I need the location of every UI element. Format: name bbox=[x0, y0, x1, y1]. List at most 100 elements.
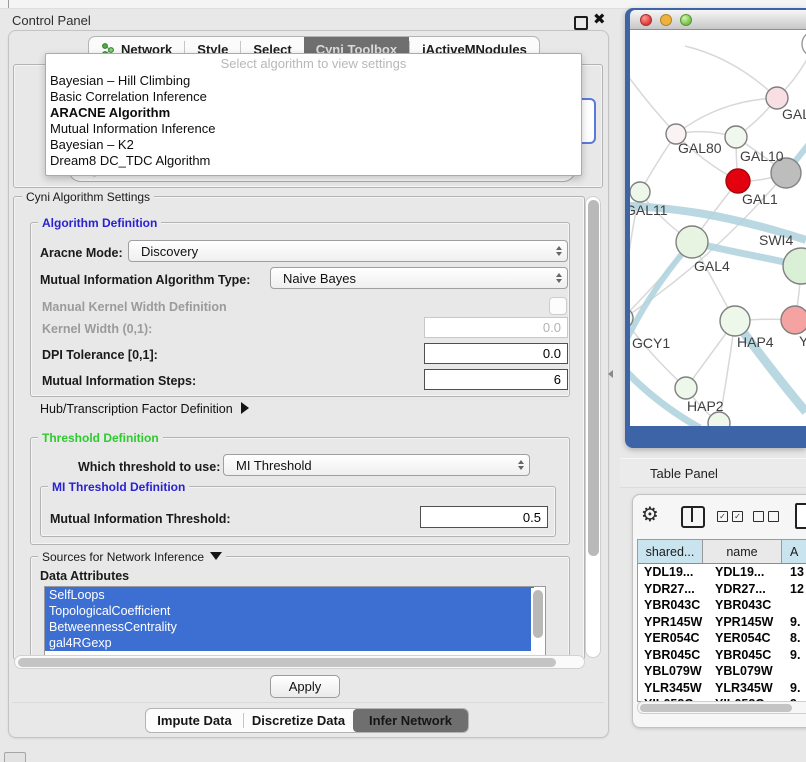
sources-group-title[interactable]: Sources for Network Inference bbox=[38, 550, 226, 564]
algorithm-option[interactable]: Bayesian – Hill Climbing bbox=[46, 73, 581, 89]
table-row[interactable]: YPR145W YPR145W 9. bbox=[638, 614, 806, 631]
settings-horizontal-scrollbar[interactable] bbox=[14, 655, 585, 669]
aracne-mode-label: Aracne Mode: bbox=[40, 246, 123, 260]
collapse-down-icon bbox=[210, 552, 222, 560]
column-header-name[interactable]: name bbox=[703, 540, 782, 563]
node-salmon[interactable] bbox=[781, 306, 806, 334]
stepper-icon bbox=[513, 460, 529, 470]
table-panel-header: Table Panel bbox=[620, 458, 806, 488]
node-swi4[interactable] bbox=[783, 248, 806, 284]
hub-definition-toggle[interactable]: Hub/Transcription Factor Definition bbox=[40, 402, 249, 416]
threshold-definition-title: Threshold Definition bbox=[38, 431, 163, 445]
split-columns-icon[interactable] bbox=[681, 506, 705, 528]
settings-vertical-scrollbar[interactable] bbox=[585, 196, 601, 658]
tab-discretize-data[interactable]: Discretize Data bbox=[244, 709, 353, 732]
application-window: Control Panel ✖ Network Style Select Cyn… bbox=[0, 0, 806, 762]
which-threshold-value: MI Threshold bbox=[224, 458, 513, 473]
new-table-icon[interactable] bbox=[795, 503, 806, 529]
node-gal1-selected[interactable] bbox=[726, 169, 750, 193]
mi-algorithm-type-label: Mutual Information Algorithm Type: bbox=[40, 273, 250, 287]
table-row[interactable]: YBL079W YBL079W bbox=[638, 663, 806, 680]
attribute-item-selected[interactable]: gal4RGexp bbox=[45, 635, 534, 651]
svg-text:GAL10: GAL10 bbox=[740, 148, 784, 164]
node-gal11[interactable] bbox=[630, 182, 650, 202]
node-table[interactable]: shared... name A YDL19... YDL19... 13 YD… bbox=[637, 539, 806, 702]
algorithm-option[interactable]: Basic Correlation Inference bbox=[46, 89, 581, 105]
table-header-row: shared... name A bbox=[638, 540, 806, 564]
scrollbar-thumb[interactable] bbox=[588, 200, 599, 556]
cyni-settings-title: Cyni Algorithm Settings bbox=[22, 190, 154, 204]
list-scrollbar[interactable] bbox=[531, 588, 544, 652]
expand-right-icon bbox=[241, 402, 249, 414]
column-header-partial[interactable]: A bbox=[782, 540, 806, 563]
scrollbar-thumb[interactable] bbox=[640, 704, 792, 712]
stepper-icon bbox=[551, 246, 567, 256]
table-row[interactable]: YBR043C YBR043C bbox=[638, 597, 806, 614]
manual-kernel-width-checkbox[interactable] bbox=[549, 297, 567, 315]
node-hap2[interactable] bbox=[675, 377, 697, 399]
tab-impute-data[interactable]: Impute Data bbox=[146, 709, 243, 732]
separator bbox=[12, 702, 604, 703]
svg-text:GAL4: GAL4 bbox=[694, 258, 730, 274]
svg-text:Y: Y bbox=[799, 333, 806, 349]
algorithm-option-selected[interactable]: ARACNE Algorithm bbox=[46, 105, 581, 121]
close-icon[interactable]: ✖ bbox=[593, 10, 606, 28]
table-panel-title: Table Panel bbox=[620, 466, 718, 481]
data-attributes-label: Data Attributes bbox=[40, 569, 129, 583]
table-row[interactable]: YDL19... YDL19... 13 bbox=[638, 564, 806, 581]
node-gal4[interactable] bbox=[676, 226, 708, 258]
mi-algorithm-type-combobox[interactable]: Naive Bayes bbox=[270, 267, 568, 289]
which-threshold-combobox[interactable]: MI Threshold bbox=[223, 454, 530, 476]
node-hap4[interactable] bbox=[720, 306, 750, 336]
algorithm-option[interactable]: Bayesian – K2 bbox=[46, 137, 581, 153]
mi-steps-input[interactable]: 6 bbox=[424, 369, 568, 390]
table-row[interactable]: YBR045C YBR045C 9. bbox=[638, 647, 806, 664]
dpi-tolerance-input[interactable]: 0.0 bbox=[424, 343, 568, 364]
select-all-checkboxes-icon[interactable]: ✓✓ bbox=[717, 511, 743, 522]
mi-algorithm-type-value: Naive Bayes bbox=[271, 271, 551, 286]
scrollbar-thumb[interactable] bbox=[18, 658, 556, 667]
kernel-width-input[interactable]: 0.0 bbox=[424, 317, 568, 338]
table-horizontal-scrollbar[interactable] bbox=[637, 701, 806, 714]
tab-infer-network-selected[interactable]: Infer Network bbox=[353, 709, 468, 732]
node[interactable] bbox=[708, 412, 730, 426]
network-window-titlebar[interactable] bbox=[630, 10, 806, 30]
algorithm-definition-title: Algorithm Definition bbox=[38, 216, 161, 230]
attribute-item-selected[interactable]: SelfLoops bbox=[45, 587, 534, 603]
control-panel-title: Control Panel bbox=[12, 13, 91, 28]
mi-steps-label: Mutual Information Steps: bbox=[42, 374, 196, 388]
float-window-icon[interactable] bbox=[574, 16, 588, 30]
data-attributes-list[interactable]: SelfLoops TopologicalCoefficient Between… bbox=[44, 586, 546, 656]
gear-icon[interactable]: ⚙ bbox=[641, 501, 659, 529]
attribute-item-selected[interactable]: TopologicalCoefficient bbox=[45, 603, 534, 619]
close-traffic-light-icon[interactable] bbox=[640, 14, 652, 26]
minimize-traffic-light-icon[interactable] bbox=[660, 14, 672, 26]
attribute-item-selected[interactable]: BetweennessCentrality bbox=[45, 619, 534, 635]
algorithm-option[interactable]: Dream8 DC_TDC Algorithm bbox=[46, 153, 581, 169]
algorithm-option[interactable]: Mutual Information Inference bbox=[46, 121, 581, 137]
svg-text:GAL11: GAL11 bbox=[630, 202, 668, 218]
svg-text:HAP2: HAP2 bbox=[687, 398, 724, 414]
node[interactable] bbox=[802, 31, 806, 57]
aracne-mode-combobox[interactable]: Discovery bbox=[128, 240, 568, 262]
table-row[interactable]: YLR345W YLR345W 9. bbox=[638, 680, 806, 697]
svg-text:GAL1: GAL1 bbox=[742, 191, 778, 207]
column-header-shared-name[interactable]: shared... bbox=[638, 540, 703, 563]
zoom-traffic-light-icon[interactable] bbox=[680, 14, 692, 26]
table-row[interactable]: YDR27... YDR27... 12 bbox=[638, 581, 806, 598]
deselect-all-checkboxes-icon[interactable] bbox=[753, 511, 779, 522]
svg-text:GAL: GAL bbox=[782, 106, 806, 122]
mi-threshold-label: Mutual Information Threshold: bbox=[50, 512, 231, 526]
aracne-mode-value: Discovery bbox=[129, 244, 551, 259]
splitpane-arrow-icon[interactable] bbox=[608, 370, 613, 378]
table-row[interactable]: YER054C YER054C 8. bbox=[638, 630, 806, 647]
apply-button[interactable]: Apply bbox=[270, 675, 340, 698]
network-canvas[interactable]: GAL GAL80 GAL10 GAL1 GAL11 GAL4 SWI4 GCY… bbox=[630, 30, 806, 426]
node-gal10[interactable] bbox=[725, 126, 747, 148]
network-graph[interactable]: GAL GAL80 GAL10 GAL1 GAL11 GAL4 SWI4 GCY… bbox=[630, 30, 806, 426]
mi-threshold-input[interactable]: 0.5 bbox=[420, 506, 548, 528]
svg-text:GCY1: GCY1 bbox=[632, 335, 670, 351]
minimized-panel-icon[interactable] bbox=[4, 752, 26, 762]
mi-threshold-group-title: MI Threshold Definition bbox=[48, 480, 189, 494]
stepper-icon bbox=[551, 273, 567, 283]
